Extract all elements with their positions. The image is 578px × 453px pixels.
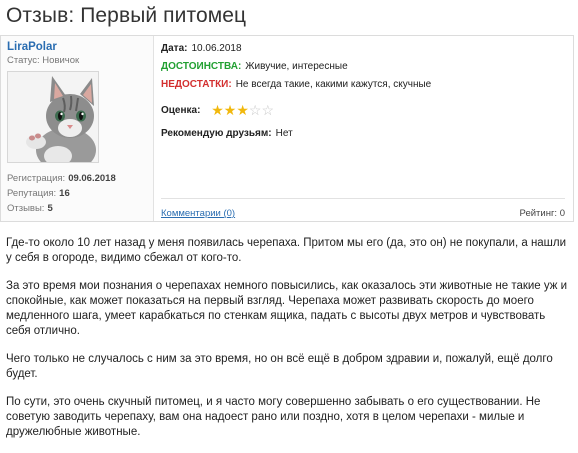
date-row: Дата: 10.06.2018 [161, 43, 242, 54]
registration-stat: Регистрация: 09.06.2018 [7, 173, 116, 184]
reputation-value: 16 [59, 188, 70, 199]
score-stars: ★★★☆☆ [211, 103, 274, 118]
cons-label: НЕДОСТАТКИ: [161, 79, 232, 90]
author-status: Статус: Новичок [7, 55, 80, 66]
details-divider [161, 198, 565, 199]
reviews-label: Отзывы: [7, 203, 45, 214]
review-paragraph: Где-то около 10 лет назад у меня появила… [6, 237, 567, 264]
review-rating: Рейтинг: 0 [519, 208, 565, 219]
date-label: Дата: [161, 43, 188, 54]
score-row: Оценка: ★★★☆☆ [161, 103, 274, 118]
kitten-avatar-image [8, 72, 98, 162]
review-card: LiraPolar Статус: Новичок Регистрация: 0… [0, 35, 574, 222]
avatar[interactable] [7, 71, 99, 163]
star-empty-icon: ☆ [261, 102, 275, 118]
registration-label: Регистрация: [7, 173, 66, 184]
comments-link[interactable]: Комментарии (0) [161, 208, 235, 219]
star-empty-icon: ☆ [248, 102, 262, 118]
star-filled-icon: ★ [236, 102, 249, 118]
recommend-value: Нет [275, 128, 293, 139]
pros-label: ДОСТОИНСТВА: [161, 61, 242, 72]
recommend-label: Рекомендую друзьям: [161, 128, 272, 139]
reviews-value: 5 [47, 203, 53, 214]
review-body: Где-то около 10 лет назад у меня появила… [6, 236, 572, 453]
star-filled-icon: ★ [211, 102, 224, 118]
date-value: 10.06.2018 [191, 43, 242, 54]
pros-row: ДОСТОИНСТВА: Живучие, интересные [161, 61, 348, 72]
reputation-label: Репутация: [7, 188, 57, 199]
review-paragraph: За это время мои познания о черепахах не… [6, 280, 568, 337]
star-filled-icon: ★ [223, 102, 237, 118]
registration-value: 09.06.2018 [68, 173, 116, 184]
recommend-row: Рекомендую друзьям: Нет [161, 128, 293, 139]
cons-row: НЕДОСТАТКИ: Не всегда такие, какими кажут… [161, 79, 431, 90]
pros-value: Живучие, интересные [245, 61, 348, 72]
author-name-link[interactable]: LiraPolar [7, 41, 57, 53]
reputation-stat: Репутация: 16 [7, 188, 70, 199]
review-paragraph: Чего только не случалось с ним за это вр… [6, 353, 553, 380]
page-title: Отзыв: Первый питомец [6, 4, 247, 27]
review-page: Отзыв: Первый питомец LiraPolar Статус: … [0, 0, 578, 438]
reviews-stat: Отзывы: 5 [7, 203, 53, 214]
score-label: Оценка: [161, 105, 201, 117]
review-paragraph: По сути, это очень скучный питомец, и я … [6, 396, 541, 438]
review-details: Дата: 10.06.2018 ДОСТОИНСТВА: Живучие, инт… [161, 36, 573, 221]
cons-value: Не всегда такие, какими кажутся, скучные [235, 79, 432, 90]
author-panel: LiraPolar Статус: Новичок Регистрация: 0… [1, 36, 154, 221]
